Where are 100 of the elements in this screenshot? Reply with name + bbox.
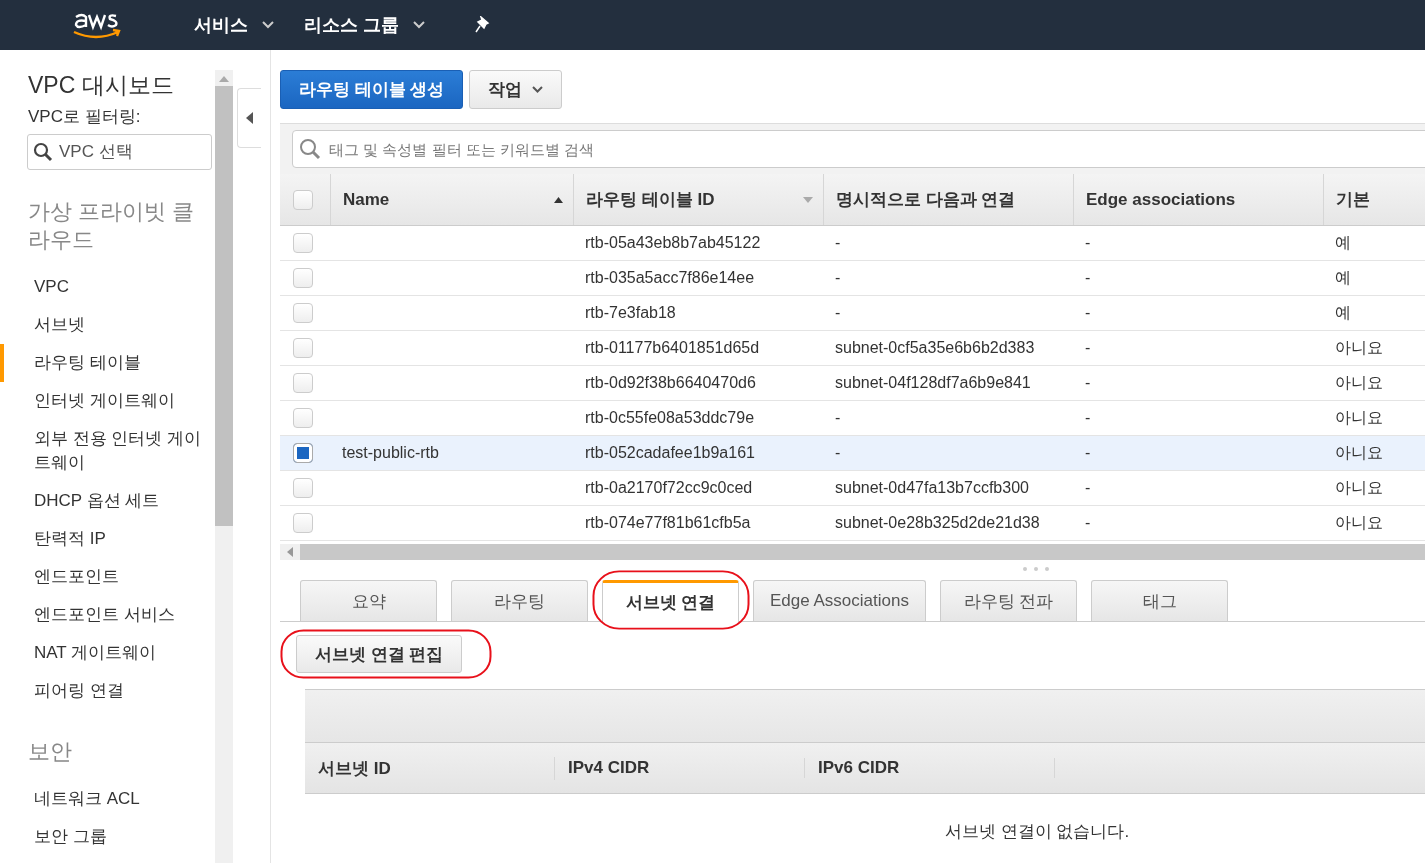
detail-tab[interactable]: 라우팅 전파 xyxy=(940,580,1077,621)
row-checkbox[interactable] xyxy=(293,513,313,533)
sidebar-item[interactable]: 서브넷 xyxy=(0,306,215,344)
table-cell: subnet-04f128df7a6b9e841 xyxy=(835,374,1031,392)
row-checkbox[interactable] xyxy=(293,233,313,253)
empty-message: 서브넷 연결이 없습니다. xyxy=(945,821,1131,843)
search-field[interactable]: 태그 및 속성별 필터 또는 키워드별 검색 xyxy=(292,130,1425,168)
sidebar-item[interactable]: 네트워크 ACL xyxy=(0,780,215,818)
table-cell: rtb-052cadafee1b9a161 xyxy=(585,444,755,462)
table-cell: subnet-0d47fa13b7ccfb300 xyxy=(835,479,1029,497)
table-cell: rtb-074e77f81b61cfb5a xyxy=(585,514,751,532)
sidebar-item[interactable]: 탄력적 IP xyxy=(0,520,215,558)
row-checkbox[interactable] xyxy=(293,443,313,463)
search-icon xyxy=(33,142,53,162)
table-cell: - xyxy=(835,269,841,287)
table-cell: rtb-01177b6401851d65d xyxy=(585,339,760,357)
table-cell: subnet-0e28b325d2de21d38 xyxy=(835,514,1040,532)
row-checkbox[interactable] xyxy=(293,408,313,428)
detail-tab[interactable]: Edge Associations xyxy=(753,580,926,621)
table-row[interactable]: rtb-7e3fab18 - - 예 xyxy=(280,296,1425,331)
table-row[interactable]: rtb-0a2170f72cc9c0ced subnet-0d47fa13b7ccfb300 - 아니요 xyxy=(280,471,1425,506)
row-checkbox[interactable] xyxy=(293,478,313,498)
table-cell: - xyxy=(1085,514,1091,532)
table-cell-text: 아니요 xyxy=(1335,372,1383,393)
sidebar-item[interactable]: 인터넷 게이트웨이 xyxy=(0,382,215,420)
actions-button[interactable]: 작업 xyxy=(469,70,563,109)
table-cell: - xyxy=(835,409,841,427)
sidebar-item[interactable]: 피어링 연결 xyxy=(0,672,215,710)
caret-icon xyxy=(262,21,274,29)
table-cell: - xyxy=(835,234,841,252)
detail-tab[interactable]: 서브넷 연결 xyxy=(602,580,739,622)
sidebar-section-heading: 보안 xyxy=(28,738,73,766)
search-icon xyxy=(299,138,321,160)
left-triangle-icon xyxy=(246,112,253,124)
row-checkbox[interactable] xyxy=(293,338,313,358)
resize-handle-icon[interactable] xyxy=(1021,566,1051,572)
column-header[interactable]: 라우팅 테이블 ID xyxy=(573,174,823,225)
row-checkbox[interactable] xyxy=(293,303,313,323)
scroll-left-icon[interactable] xyxy=(287,547,293,557)
pin-icon[interactable] xyxy=(475,16,491,34)
row-checkbox[interactable] xyxy=(293,268,313,288)
table-cell: - xyxy=(1085,374,1091,392)
select-all-checkbox[interactable] xyxy=(293,189,313,210)
column-header[interactable]: 명시적으로 다음과 연결 xyxy=(823,174,1073,225)
edit-subnet-associations-button[interactable]: 서브넷 연결 편집 xyxy=(296,635,463,673)
table-cell: - xyxy=(1085,304,1091,322)
detail-tab[interactable]: 라우팅 xyxy=(451,580,588,621)
table-cell: subnet-0cf5a35e6b6b2d383 xyxy=(835,339,1035,357)
table-cell: - xyxy=(835,444,841,462)
column-header[interactable]: 서브넷 ID xyxy=(305,756,555,780)
sidebar-item[interactable]: 외부 전용 인터넷 게이트웨이 xyxy=(0,420,215,482)
table-cell: - xyxy=(1085,409,1091,427)
scroll-up-icon[interactable] xyxy=(219,76,229,82)
column-header[interactable]: Edge associations xyxy=(1073,174,1323,225)
table-cell-text: 아니요 xyxy=(1335,512,1383,533)
table-cell-text: 아니요 xyxy=(1335,477,1383,498)
column-header[interactable]: IPv4 CIDR xyxy=(555,758,805,778)
detail-tab[interactable]: 요약 xyxy=(300,580,437,621)
horizontal-scrollbar[interactable] xyxy=(280,544,1425,560)
table-cell: test-public-rtb xyxy=(342,444,439,462)
table-cell: - xyxy=(1085,269,1091,287)
column-header[interactable]: Name xyxy=(330,174,573,225)
table-cell-text: 아니요 xyxy=(1335,442,1383,463)
filter-label: VPC로 필터링: xyxy=(28,106,142,128)
table-cell-text: 예 xyxy=(1335,267,1351,288)
column-header[interactable]: IPv6 CIDR xyxy=(805,758,1055,778)
caret-icon xyxy=(532,86,544,93)
table-row[interactable]: rtb-0d92f38b6640470d6 subnet-04f128df7a6b9e841 - 아니요 xyxy=(280,366,1425,401)
vpc-select-field[interactable]: VPC 선택 xyxy=(27,134,212,170)
table-cell: rtb-7e3fab18 xyxy=(585,304,676,322)
table-cell-text: 예 xyxy=(1335,232,1351,253)
table-row[interactable]: rtb-074e77f81b61cfb5a subnet-0e28b325d2de21d38 - 아니요 xyxy=(280,506,1425,541)
create-route-table-button[interactable]: 라우팅 테이블 생성 xyxy=(280,70,464,109)
table-cell: - xyxy=(1085,479,1091,497)
table-cell: rtb-0d92f38b6640470d6 xyxy=(585,374,756,392)
table-row[interactable]: rtb-05a43eb8b7ab45122 - - 예 xyxy=(280,226,1425,261)
table-cell: rtb-05a43eb8b7ab45122 xyxy=(585,234,761,252)
table-row[interactable]: rtb-01177b6401851d65d subnet-0cf5a35e6b6b2d383 - 아니요 xyxy=(280,331,1425,366)
table-row[interactable]: test-public-rtb rtb-052cadafee1b9a161 - - 아니요 xyxy=(280,436,1425,471)
column-header[interactable]: 기본 xyxy=(1323,174,1425,225)
sidebar-title: VPC 대시보드 xyxy=(28,71,175,100)
row-checkbox[interactable] xyxy=(293,373,313,393)
table-cell: - xyxy=(1085,234,1091,252)
sidebar-item[interactable]: 엔드포인트 xyxy=(0,558,215,596)
table-cell: rtb-035a5acc7f86e14ee xyxy=(585,269,755,287)
sidebar-item[interactable]: 엔드포인트 서비스 xyxy=(0,596,215,634)
sidebar-section-heading: 가상 프라이빗 클라우드 xyxy=(28,198,196,254)
sidebar-item[interactable]: 보안 그룹 xyxy=(0,818,215,856)
table-cell: - xyxy=(1085,339,1091,357)
nav-menu[interactable]: 서비스 xyxy=(194,13,274,37)
detail-tab[interactable]: 태그 xyxy=(1091,580,1228,621)
table-cell: - xyxy=(835,304,841,322)
nav-menu[interactable]: 리소스 그룹 xyxy=(304,13,425,37)
sidebar-item[interactable]: NAT 게이트웨이 xyxy=(0,634,215,672)
collapse-sidebar-button[interactable] xyxy=(237,88,261,148)
sidebar-item[interactable]: VPC xyxy=(0,268,215,306)
table-cell: - xyxy=(1085,444,1091,462)
scrollbar[interactable] xyxy=(215,70,233,863)
table-row[interactable]: rtb-035a5acc7f86e14ee - - 예 xyxy=(280,261,1425,296)
sidebar-item[interactable]: DHCP 옵션 세트 xyxy=(0,482,215,520)
